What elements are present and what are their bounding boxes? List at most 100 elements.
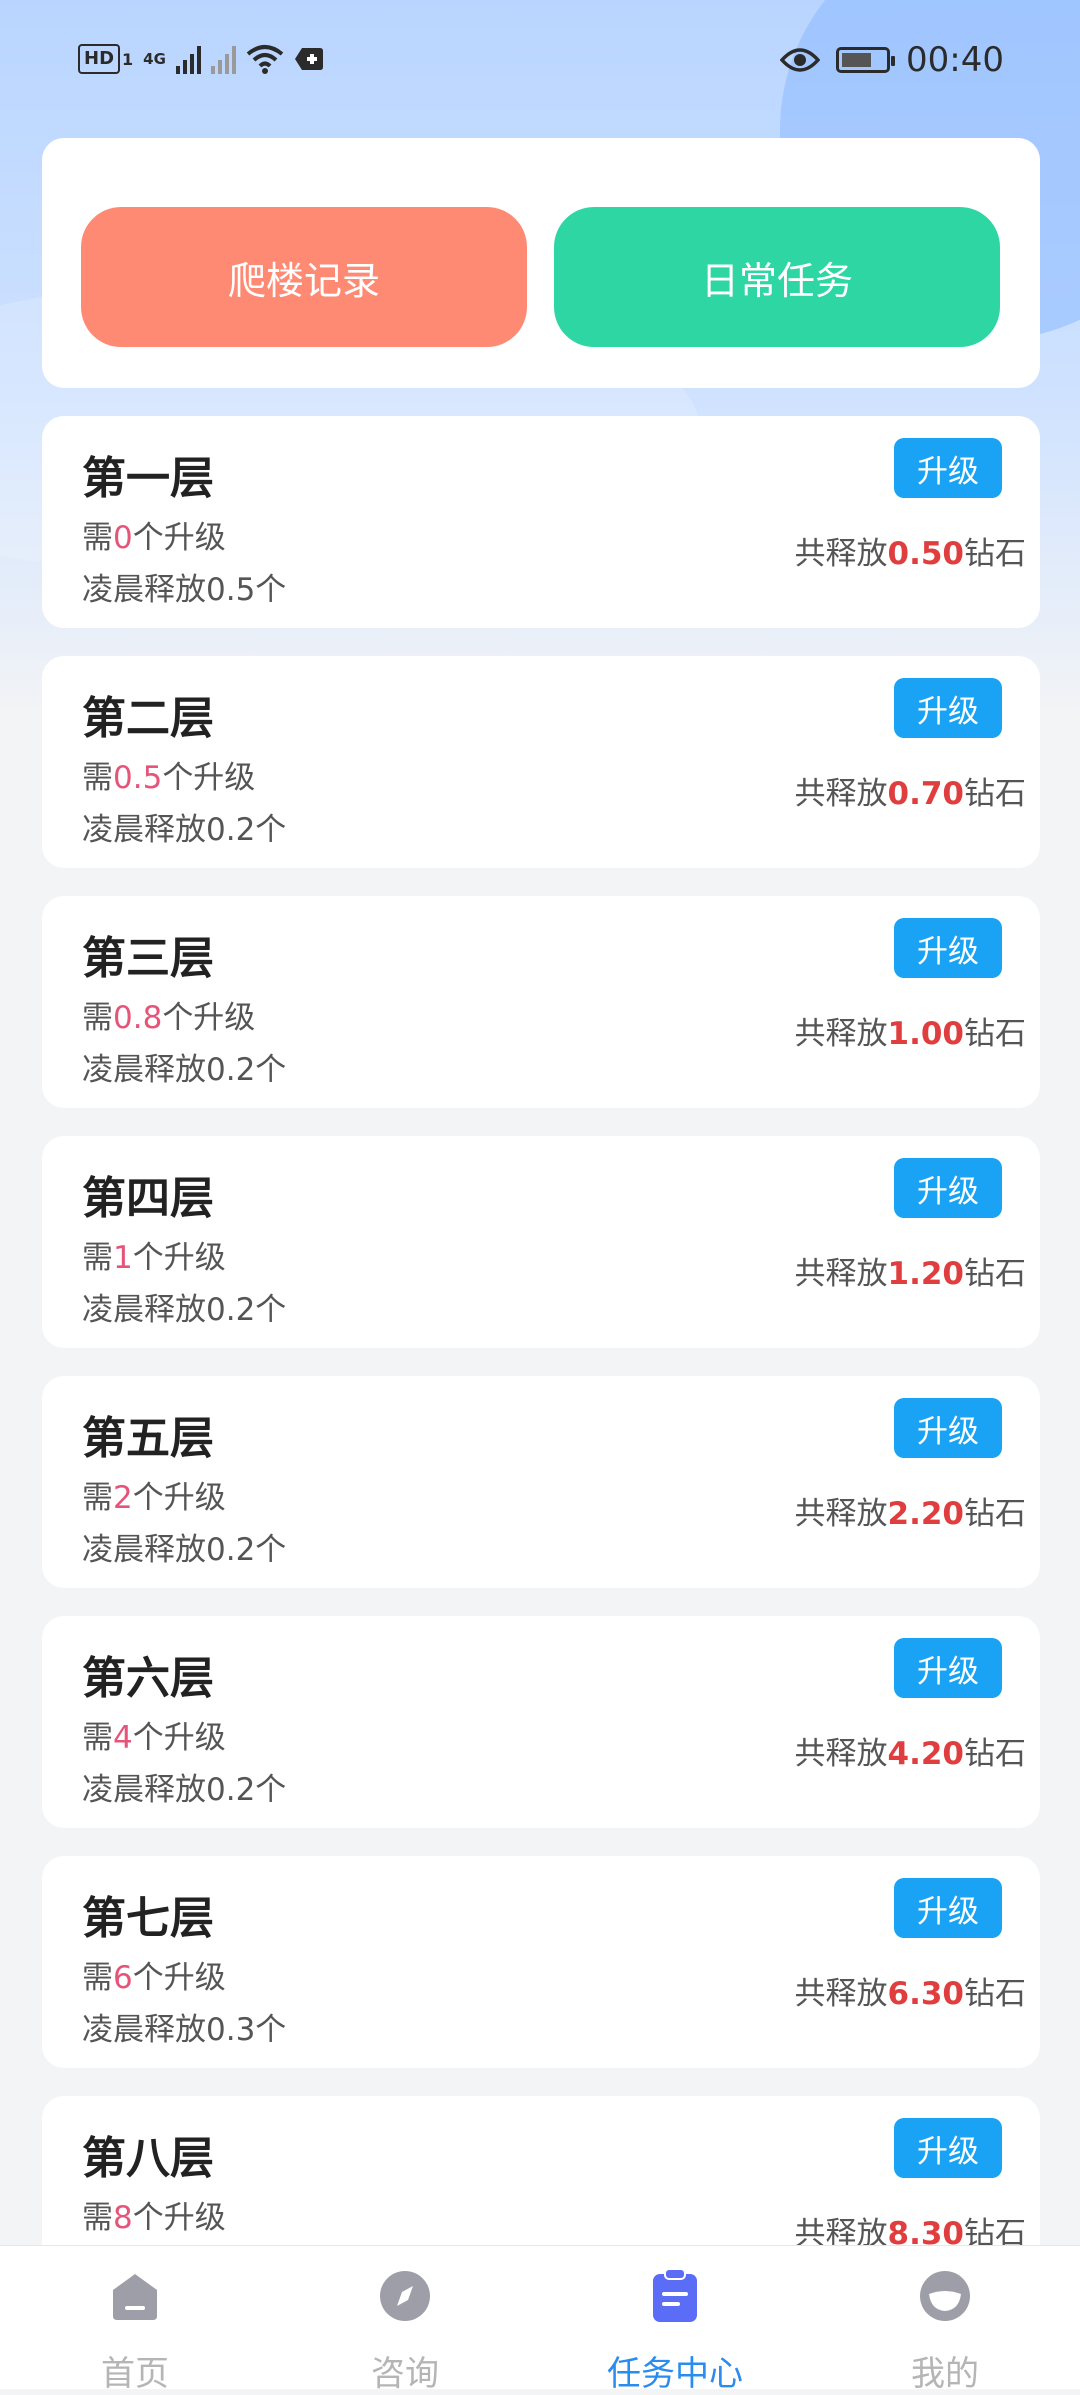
floor-total: 共释放0.50钻石 [795,528,1027,573]
upgrade-button[interactable]: 升级 [894,1158,1002,1218]
nav-item-consult[interactable]: 咨询 [270,2246,540,2394]
floor-card: 第一层 需0个升级 凌晨释放0.5个 升级 共释放0.50钻石 [42,416,1040,628]
floor-release: 凌晨释放0.5个 [82,572,287,608]
floor-card: 第七层 需6个升级 凌晨释放0.3个 升级 共释放6.30钻石 [42,1856,1040,2068]
floor-total: 共释放1.00钻石 [795,1008,1027,1053]
total-value: 1.20 [887,1256,965,1292]
total-value: 6.30 [887,1976,965,2012]
need-suffix: 个升级 [162,1000,256,1036]
floor-card: 第三层 需0.8个升级 凌晨释放0.2个 升级 共释放1.00钻石 [42,896,1040,1108]
profile-icon [920,2271,970,2321]
total-prefix: 共释放 [794,1256,888,1292]
floor-total: 共释放0.70钻石 [795,768,1027,813]
need-prefix: 需 [82,1240,113,1276]
floor-requirement: 需0.8个升级 [82,992,255,1037]
floor-release: 凌晨释放0.3个 [82,2012,287,2048]
total-suffix: 钻石 [964,1736,1026,1772]
need-value: 0 [113,520,133,556]
upgrade-button[interactable]: 升级 [894,438,1002,498]
need-suffix: 个升级 [132,2200,226,2236]
need-prefix: 需 [82,760,113,796]
total-suffix: 钻石 [964,1976,1026,2012]
floor-release: 凌晨释放0.2个 [82,1532,287,1568]
floor-title: 第四层 [82,1173,214,1224]
upgrade-button[interactable]: 升级 [894,918,1002,978]
climb-record-button[interactable]: 爬楼记录 [81,207,527,347]
total-suffix: 钻石 [964,536,1026,572]
home-icon [113,2274,157,2320]
need-suffix: 个升级 [132,1720,226,1756]
upgrade-button[interactable]: 升级 [894,1398,1002,1458]
floor-title: 第一层 [82,453,214,504]
floor-release: 凌晨释放0.2个 [82,1052,287,1088]
tab-card: 爬楼记录 日常任务 [42,138,1040,388]
total-prefix: 共释放 [794,1496,888,1532]
sim-slot-label: 1 [122,49,134,69]
nav-item-home[interactable]: 首页 [0,2246,270,2394]
floor-card: 第四层 需1个升级 凌晨释放0.2个 升级 共释放1.20钻石 [42,1136,1040,1348]
upgrade-button[interactable]: 升级 [894,678,1002,738]
need-value: 8 [113,2200,133,2236]
upgrade-button[interactable]: 升级 [894,2118,1002,2178]
total-value: 0.70 [887,776,965,812]
need-value: 0.8 [113,1000,163,1036]
floor-title: 第二层 [82,693,214,744]
floor-title: 第八层 [82,2133,214,2184]
floor-card: 第六层 需4个升级 凌晨释放0.2个 升级 共释放4.20钻石 [42,1616,1040,1828]
status-left: HD 1 4G [78,44,324,74]
need-prefix: 需 [82,1480,113,1516]
status-bar: HD 1 4G 00:40 [0,0,1080,130]
need-prefix: 需 [82,2200,113,2236]
floor-requirement: 需4个升级 [82,1712,226,1757]
floor-requirement: 需1个升级 [82,1232,226,1277]
floor-requirement: 需2个升级 [82,1472,226,1517]
floor-title: 第五层 [82,1413,214,1464]
daily-tasks-button[interactable]: 日常任务 [554,207,1000,347]
compass-icon [380,2271,430,2321]
clock: 00:40 [906,40,1004,80]
total-prefix: 共释放 [794,536,888,572]
floor-requirement: 需0个升级 [82,512,226,557]
need-value: 1 [113,1240,133,1276]
bottom-nav: 首页 咨询 任务中心 我的 [0,2245,1080,2394]
nav-item-mine[interactable]: 我的 [810,2246,1080,2394]
signal-icon [175,44,201,74]
signal-secondary-icon [210,44,236,74]
total-prefix: 共释放 [794,776,888,812]
floor-total: 共释放6.30钻石 [795,1968,1027,2013]
floor-title: 第七层 [82,1893,214,1944]
clipboard-icon [653,2268,697,2322]
floor-release: 凌晨释放0.2个 [82,1772,287,1808]
need-suffix: 个升级 [132,1240,226,1276]
total-prefix: 共释放 [794,1016,888,1052]
need-value: 2 [113,1480,133,1516]
floor-requirement: 需8个升级 [82,2192,226,2237]
total-value: 0.50 [887,536,965,572]
total-value: 4.20 [887,1736,965,1772]
need-value: 4 [113,1720,133,1756]
need-suffix: 个升级 [132,1480,226,1516]
upgrade-button[interactable]: 升级 [894,1878,1002,1938]
need-suffix: 个升级 [132,520,226,556]
floor-title: 第六层 [82,1653,214,1704]
floor-card: 第五层 需2个升级 凌晨释放0.2个 升级 共释放2.20钻石 [42,1376,1040,1588]
need-prefix: 需 [82,1960,113,1996]
total-suffix: 钻石 [964,1016,1026,1052]
nav-item-task-center[interactable]: 任务中心 [540,2246,810,2394]
floor-total: 共释放1.20钻石 [795,1248,1027,1293]
notification-badge-icon [294,48,323,70]
total-value: 2.20 [887,1496,965,1532]
upgrade-button[interactable]: 升级 [894,1638,1002,1698]
need-prefix: 需 [82,520,113,556]
floor-total: 共释放2.20钻石 [795,1488,1027,1533]
hd-badge: HD [78,44,121,74]
total-value: 1.00 [887,1016,965,1052]
status-right: 00:40 [780,40,1004,80]
floor-release: 凌晨释放0.2个 [82,812,287,848]
battery-icon [836,47,896,73]
floor-release: 凌晨释放0.2个 [82,1292,287,1328]
total-suffix: 钻石 [964,776,1026,812]
floor-requirement: 需0.5个升级 [82,752,255,797]
floor-requirement: 需6个升级 [82,1952,226,1997]
floor-card: 第二层 需0.5个升级 凌晨释放0.2个 升级 共释放0.70钻石 [42,656,1040,868]
